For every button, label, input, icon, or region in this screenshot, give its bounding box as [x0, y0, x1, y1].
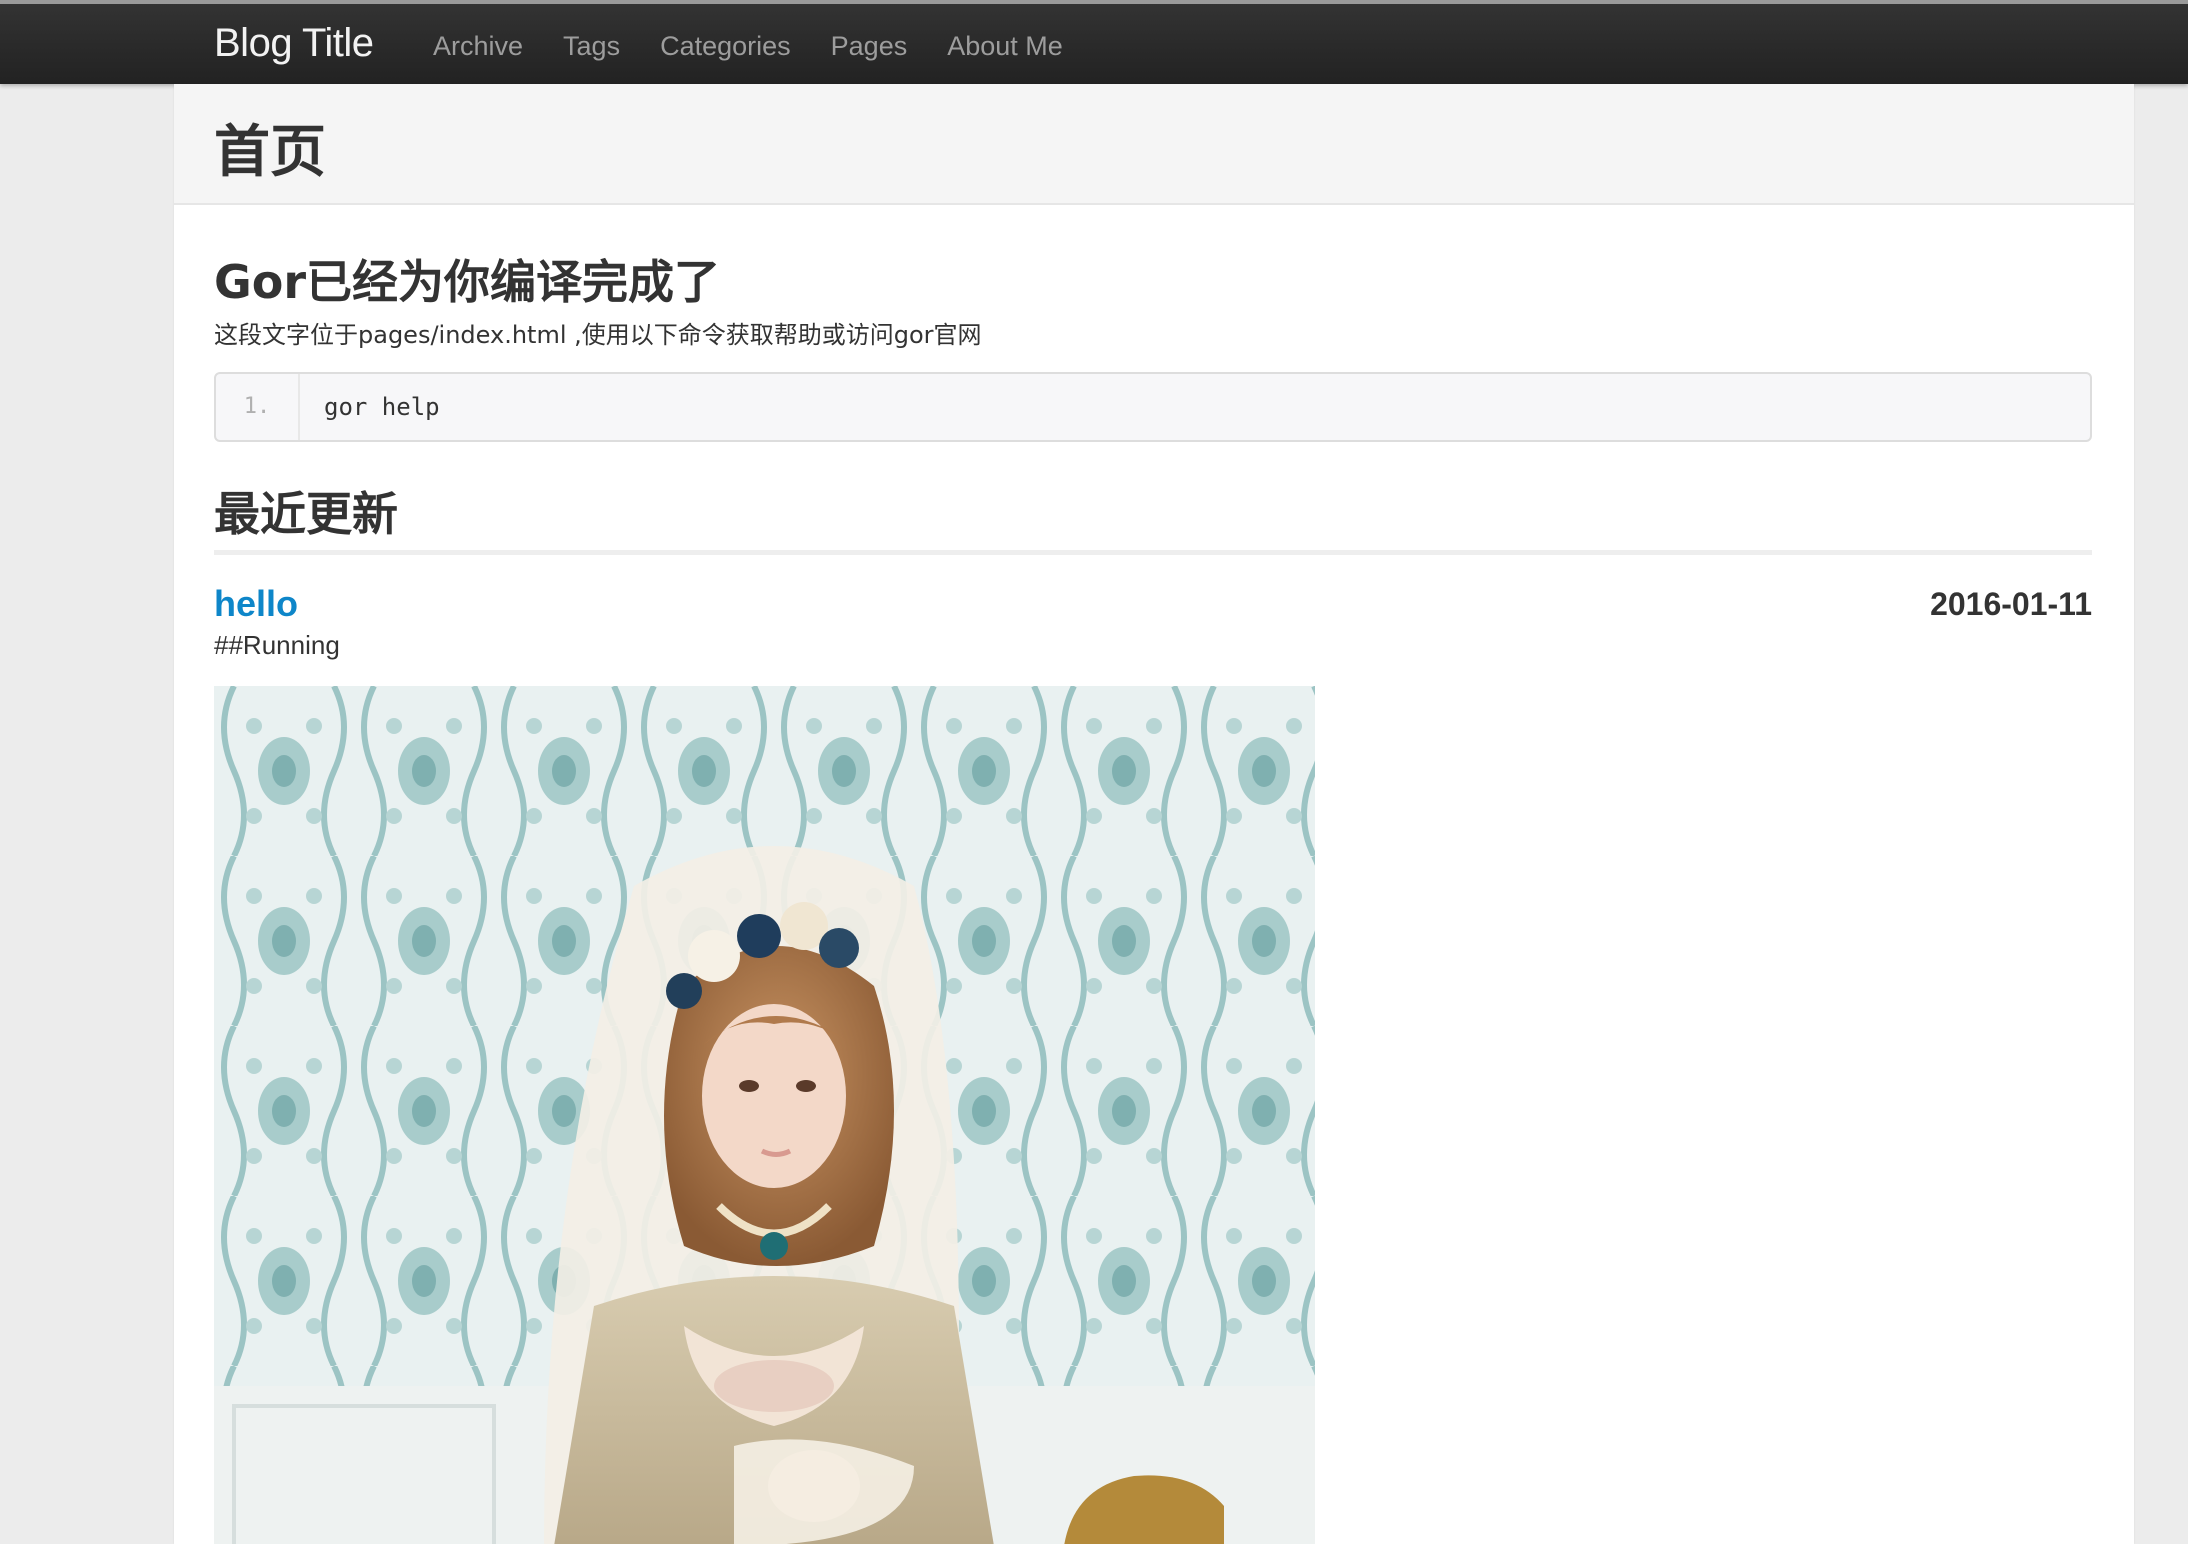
- nav-link-pages[interactable]: Pages: [831, 26, 908, 66]
- page-header: 首页: [174, 84, 2134, 205]
- photo-illustration: [214, 686, 1315, 1544]
- code-text: gor help: [324, 393, 440, 421]
- top-navbar: Blog Title Archive Tags Categories Pages…: [0, 0, 2188, 84]
- nav-links: Archive Tags Categories Pages About Me: [433, 26, 1103, 66]
- nav-link-categories[interactable]: Categories: [660, 26, 791, 66]
- hero-description: 这段文字位于pages/index.html ,使用以下命令获取帮助或访问gor…: [214, 321, 982, 349]
- nav-link-tags[interactable]: Tags: [563, 26, 620, 66]
- post-date: 2016-01-11: [1930, 586, 2092, 622]
- recent-updates-heading: 最近更新: [214, 487, 398, 541]
- post-photo: [214, 686, 1315, 1544]
- section-divider: [214, 550, 2092, 555]
- post-summary: ##Running: [214, 630, 340, 660]
- hero-heading: Gor已经为你编译完成了: [214, 255, 721, 309]
- post-title-link[interactable]: hello: [214, 582, 298, 626]
- page-title: 首页: [214, 120, 326, 185]
- code-line-number: 1.: [216, 374, 300, 440]
- code-block: 1. gor help: [214, 372, 2092, 442]
- nav-link-about-me[interactable]: About Me: [947, 26, 1063, 66]
- main-container: 首页 Gor已经为你编译完成了 这段文字位于pages/index.html ,…: [174, 84, 2134, 1544]
- brand-link[interactable]: Blog Title: [214, 18, 374, 68]
- nav-link-archive[interactable]: Archive: [433, 26, 523, 66]
